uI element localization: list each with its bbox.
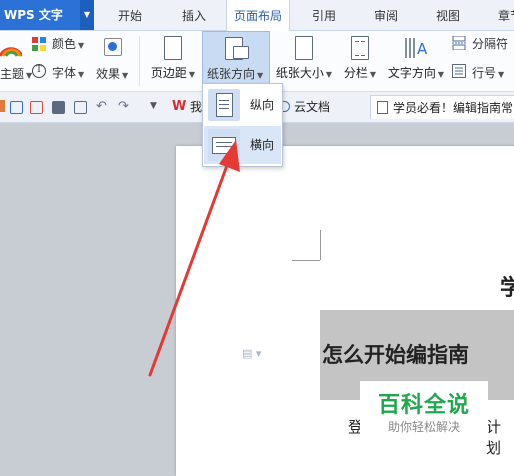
doc-tab-active-label: 学员必看！编辑指南常 — [393, 101, 514, 115]
landscape-page-icon — [208, 129, 240, 161]
landscape-label: 横向 — [250, 138, 275, 152]
chevron-down-icon: ▼ — [188, 70, 196, 79]
columns-button[interactable]: 分栏 ▼ — [340, 32, 380, 90]
save-icon[interactable] — [10, 101, 23, 114]
breaks-icon — [452, 35, 466, 51]
theme-label: 主题 — [0, 67, 25, 81]
doc-tab-cloud[interactable]: 云文档 — [294, 95, 330, 119]
columns-icon — [351, 36, 369, 60]
portrait-page-icon — [208, 89, 240, 121]
margin-corner-mark — [320, 230, 321, 260]
margins-label: 页边距 — [150, 66, 187, 80]
quick-access-edge-icon — [0, 100, 5, 112]
tab-insert[interactable]: 插入 — [172, 0, 216, 30]
doc-title-fragment: 学 — [500, 275, 514, 301]
tab-chapter[interactable]: 章节 — [488, 0, 514, 30]
chevron-down-icon: ▼ — [257, 71, 264, 80]
margin-corner-mark — [292, 260, 320, 261]
tab-view[interactable]: 视图 — [426, 0, 470, 30]
document-icon — [377, 101, 388, 114]
paper-size-label: 纸张大小 — [275, 66, 324, 80]
effects-button[interactable]: 效果 ▼ — [96, 65, 128, 82]
chevron-down-icon: ▼ — [498, 70, 505, 79]
paper-size-button[interactable]: 纸张大小 ▼ — [274, 32, 334, 90]
orientation-menu: 纵向 横向 — [202, 83, 283, 167]
quick-access-dropdown-icon[interactable]: ▼ — [150, 101, 157, 111]
watermark-title: 百科全说 — [377, 393, 470, 418]
redo-icon[interactable]: ↷ — [118, 99, 129, 114]
print-preview-icon[interactable] — [74, 101, 87, 114]
orientation-doc-landscape-icon — [233, 46, 249, 59]
colors-button[interactable]: 颜色 ▼ — [32, 35, 84, 52]
text-direction-button[interactable]: A 文字方向 ▼ — [384, 32, 448, 90]
portrait-label: 纵向 — [250, 98, 275, 112]
orientation-label-wrap: 纸张方向 ▼ — [207, 65, 263, 82]
tab-page-layout[interactable]: 页面布局 — [226, 0, 290, 31]
tab-review[interactable]: 审阅 — [364, 0, 408, 30]
chevron-down-icon: ▼ — [325, 70, 333, 79]
line-numbers-button[interactable]: 行号 ▼ — [452, 64, 504, 81]
text-direction-icon: A — [403, 36, 429, 60]
paragraph-handle-icon[interactable]: ▤ ▾ — [242, 347, 261, 360]
doc-text-fragment: 计划 — [486, 418, 502, 457]
doc-tab-mine[interactable]: 我 — [190, 95, 202, 119]
paper-size-icon — [295, 36, 313, 60]
export-pdf-icon[interactable] — [30, 101, 43, 114]
theme-button[interactable]: 主题 ▼ — [0, 65, 32, 82]
watermark: 百科全说 助你轻松解决 — [360, 381, 488, 443]
breaks-button[interactable]: 分隔符 — [452, 35, 508, 52]
tab-references[interactable]: 引用 — [302, 0, 346, 30]
doc-tab-active[interactable]: 学员必看！编辑指南常 — [370, 95, 514, 119]
font-label: 字体 — [52, 66, 77, 80]
line-numbers-label: 行号 — [472, 66, 497, 80]
ribbon-separator — [139, 36, 140, 86]
orientation-label: 纸张方向 — [207, 67, 256, 81]
svg-text:A: A — [417, 40, 428, 58]
chevron-down-icon: ▼ — [369, 70, 377, 79]
breaks-label: 分隔符 — [472, 37, 509, 51]
columns-label: 分栏 — [343, 66, 368, 80]
chevron-down-icon: ▼ — [78, 41, 85, 50]
effects-icon[interactable] — [104, 38, 122, 56]
chevron-down-icon: ▼ — [122, 71, 129, 80]
wps-logo-icon: W — [172, 99, 187, 114]
print-icon[interactable] — [52, 101, 65, 114]
watermark-subtitle: 助你轻松解决 — [387, 420, 460, 434]
chevron-down-icon: ▼ — [78, 70, 85, 79]
colors-label: 颜色 — [52, 37, 77, 51]
margins-button[interactable]: 页边距 ▼ — [148, 32, 198, 90]
font-circle-icon: T — [32, 64, 46, 78]
orientation-landscape-item[interactable]: 横向 — [204, 126, 281, 164]
app-menu-button[interactable]: WPS 文字 — [0, 0, 80, 30]
orientation-portrait-item[interactable]: 纵向 — [204, 86, 281, 124]
margins-icon — [164, 36, 182, 60]
line-numbers-icon — [452, 64, 466, 78]
undo-icon[interactable]: ↶ — [96, 99, 107, 114]
chevron-down-icon: ▼ — [437, 70, 445, 79]
effects-label: 效果 — [96, 67, 121, 81]
theme-rainbow-icon[interactable] — [0, 38, 24, 60]
tab-home[interactable]: 开始 — [108, 0, 152, 30]
app-menu-dropdown-icon[interactable]: ▼ — [80, 0, 94, 30]
color-grid-icon — [32, 37, 46, 51]
orientation-button[interactable]: 纸张方向 ▼ — [202, 31, 270, 85]
font-button[interactable]: T 字体 ▼ — [32, 64, 84, 81]
text-direction-label: 文字方向 — [387, 66, 436, 80]
